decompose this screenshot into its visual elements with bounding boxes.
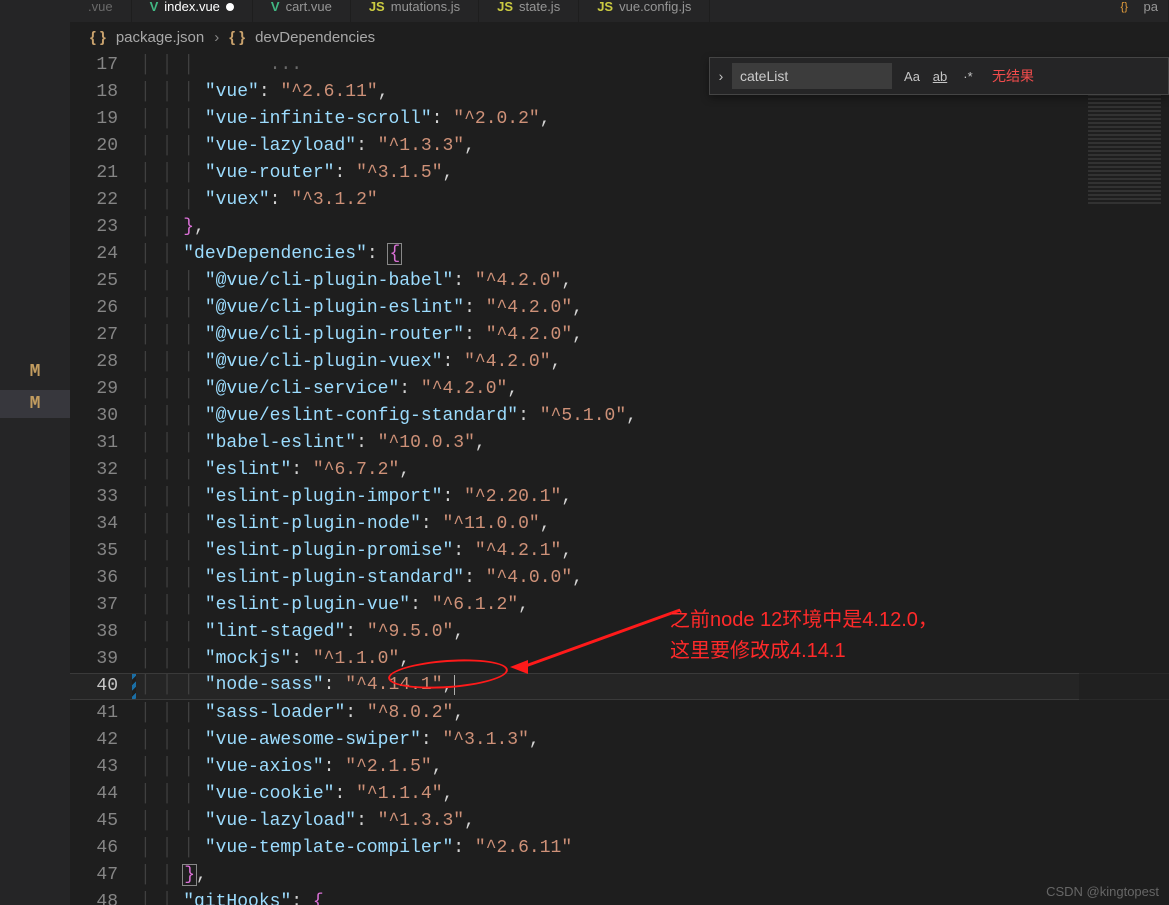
line-number: 18 bbox=[70, 79, 140, 106]
line-number: 36 bbox=[70, 565, 140, 592]
active-line: 40│ │ │ node-sass: ^4.14.1, bbox=[70, 673, 1169, 700]
watermark: CSDN @kingtopest bbox=[1046, 884, 1159, 899]
json-icon: {} bbox=[1121, 0, 1128, 14]
no-results-label: 无结果 bbox=[992, 66, 1034, 86]
tab-label: mutations.js bbox=[391, 0, 460, 14]
chevron-right-icon[interactable]: › bbox=[710, 68, 732, 84]
vue-icon: V bbox=[150, 0, 159, 14]
tab[interactable]: JS mutations.js bbox=[351, 0, 479, 22]
tab-active[interactable]: V index.vue bbox=[132, 0, 253, 22]
line-number: 42 bbox=[70, 727, 140, 754]
line-number: 23 bbox=[70, 214, 140, 241]
tab-label: vue.config.js bbox=[619, 0, 691, 14]
line-number: 29 bbox=[70, 376, 140, 403]
line-number: 22 bbox=[70, 187, 140, 214]
json-icon: { } bbox=[229, 29, 245, 46]
line-number: 48 bbox=[70, 889, 140, 905]
app-root: M M .vue V index.vue Vcart.vue JS mutatio… bbox=[0, 0, 1169, 905]
modified-marker: M bbox=[0, 390, 70, 418]
code-editor[interactable]: 17│ │ │ ... 18│ │ │ vue: ^2.6.11, 19│ │ … bbox=[70, 52, 1169, 905]
line-number: 28 bbox=[70, 349, 140, 376]
tab[interactable]: JS state.js bbox=[479, 0, 579, 22]
js-icon: JS bbox=[597, 0, 613, 14]
line-number: 40 bbox=[70, 674, 140, 699]
line-number: 46 bbox=[70, 835, 140, 862]
scrollbar[interactable] bbox=[1155, 52, 1169, 905]
json-icon: { } bbox=[90, 29, 106, 46]
tab-label: state.js bbox=[519, 0, 560, 14]
line-number: 32 bbox=[70, 457, 140, 484]
line-number: 26 bbox=[70, 295, 140, 322]
line-number: 27 bbox=[70, 322, 140, 349]
line-number: 44 bbox=[70, 781, 140, 808]
tab-label: .vue bbox=[88, 0, 113, 14]
line-number: 41 bbox=[70, 700, 140, 727]
editor-tabs: .vue V index.vue Vcart.vue JS mutations.j… bbox=[70, 0, 1169, 22]
whole-word-button[interactable]: ab bbox=[926, 64, 954, 88]
search-input[interactable] bbox=[732, 63, 892, 89]
find-widget: › Aa ab ·* 无结果 bbox=[709, 57, 1169, 95]
modified-marker: M bbox=[0, 358, 70, 386]
tab[interactable]: JS vue.config.js bbox=[579, 0, 710, 22]
line-number: 37 bbox=[70, 592, 140, 619]
chevron-right-icon: › bbox=[214, 29, 219, 46]
line-number: 31 bbox=[70, 430, 140, 457]
js-icon: JS bbox=[369, 0, 385, 14]
line-number: 47 bbox=[70, 862, 140, 889]
line-number: 20 bbox=[70, 133, 140, 160]
line-number: 21 bbox=[70, 160, 140, 187]
match-case-button[interactable]: Aa bbox=[898, 64, 926, 88]
tab[interactable]: Vcart.vue bbox=[253, 0, 351, 22]
line-number: 33 bbox=[70, 484, 140, 511]
unsaved-dot-icon bbox=[226, 3, 234, 11]
line-number: 17 bbox=[70, 52, 140, 79]
js-icon: JS bbox=[497, 0, 513, 14]
scm-gutter: M M bbox=[0, 0, 70, 905]
line-number: 24 bbox=[70, 241, 140, 268]
line-number: 35 bbox=[70, 538, 140, 565]
line-number: 30 bbox=[70, 403, 140, 430]
regex-button[interactable]: ·* bbox=[954, 64, 982, 88]
line-number: 38 bbox=[70, 619, 140, 646]
line-number: 45 bbox=[70, 808, 140, 835]
breadcrumb[interactable]: { } package.json › { } devDependencies bbox=[90, 22, 1169, 52]
tab-label: index.vue bbox=[164, 0, 220, 14]
line-number: 19 bbox=[70, 106, 140, 133]
line-number: 25 bbox=[70, 268, 140, 295]
breadcrumb-file: package.json bbox=[116, 29, 204, 46]
vue-icon: V bbox=[271, 0, 280, 14]
tab-overflow[interactable]: {} pa bbox=[1111, 0, 1169, 22]
tab-label: pa bbox=[1144, 0, 1158, 14]
line-number: 34 bbox=[70, 511, 140, 538]
line-number: 43 bbox=[70, 754, 140, 781]
tab[interactable]: .vue bbox=[70, 0, 132, 22]
tab-label: cart.vue bbox=[286, 0, 332, 14]
line-number: 39 bbox=[70, 646, 140, 673]
breadcrumb-section: devDependencies bbox=[255, 29, 375, 46]
